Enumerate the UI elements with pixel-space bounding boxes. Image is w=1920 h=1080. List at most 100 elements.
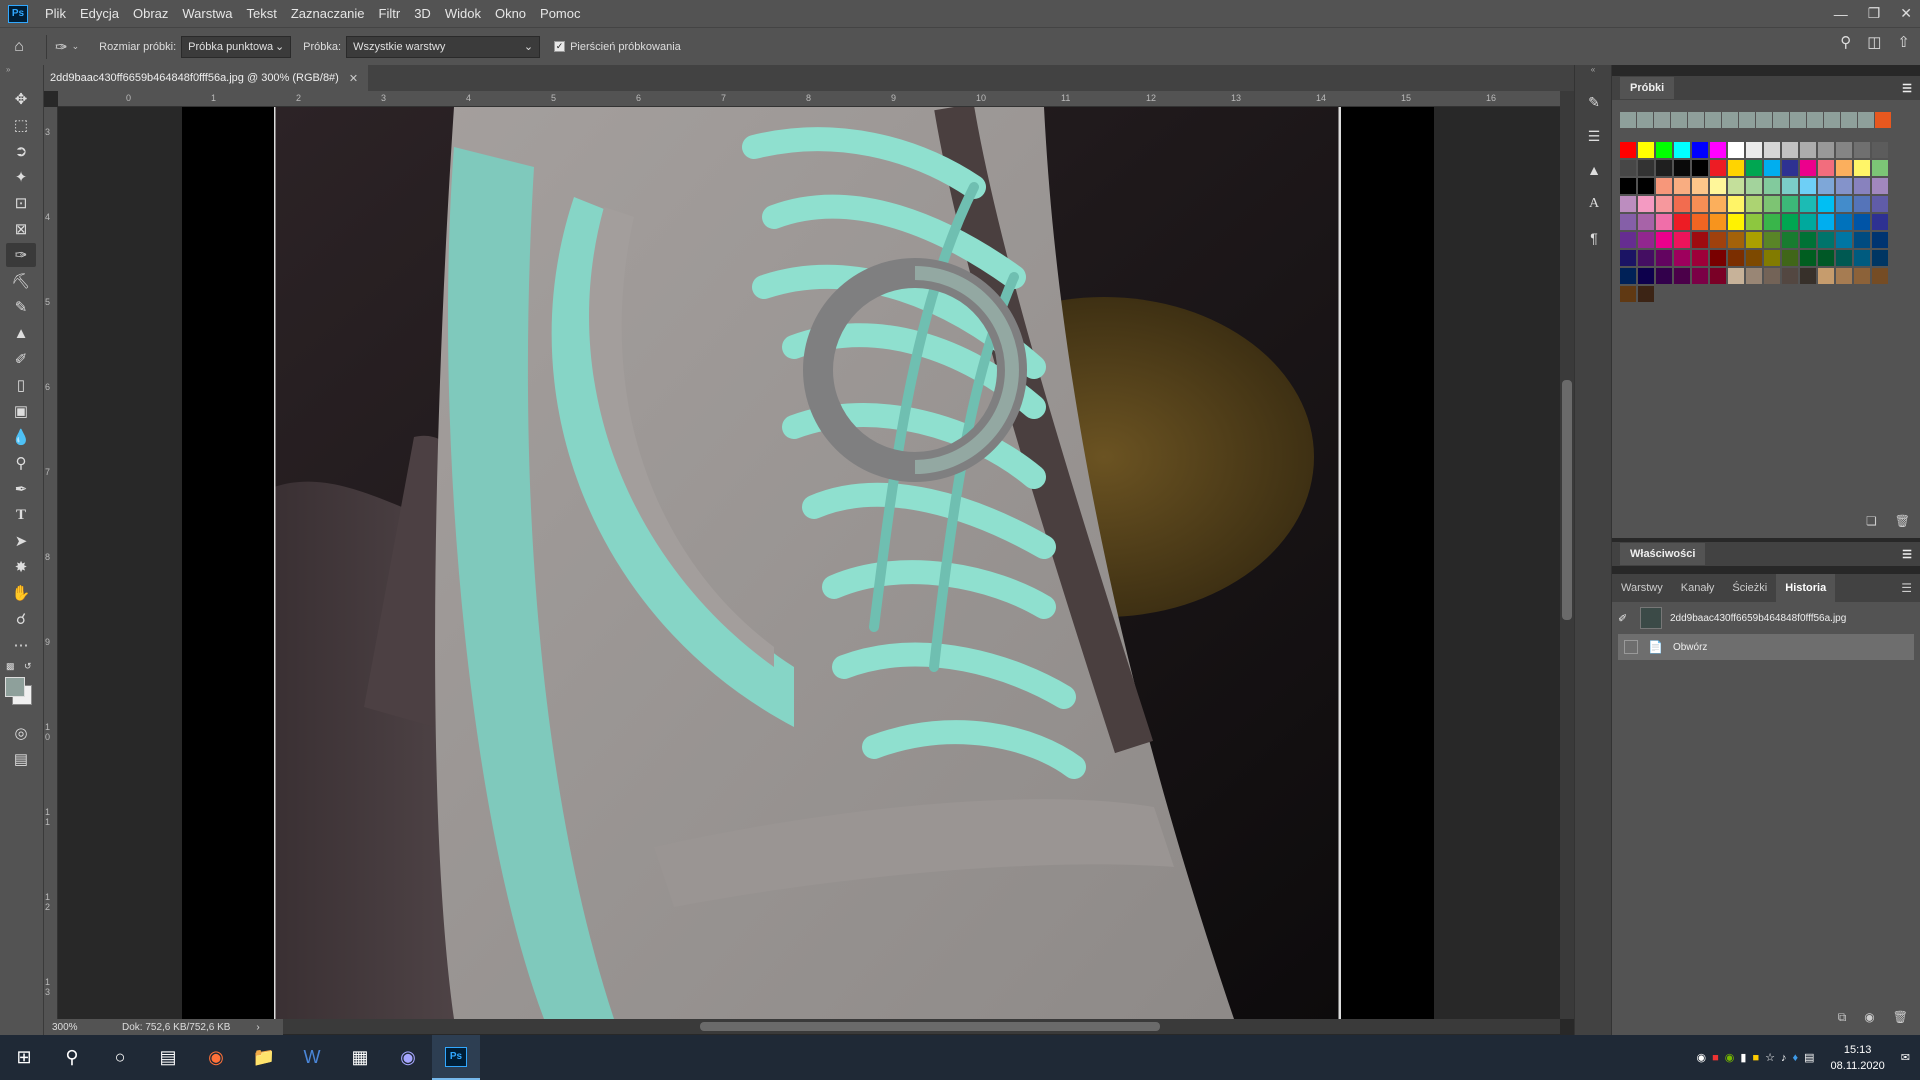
swatch[interactable] — [1656, 160, 1672, 176]
recent-swatch[interactable] — [1620, 112, 1636, 128]
swatch[interactable] — [1692, 142, 1708, 158]
panel-menu-icon[interactable]: ☰ — [1902, 548, 1912, 561]
brush-settings-icon[interactable]: ✎ — [1581, 89, 1607, 115]
screen-mode-icon[interactable]: ▤ — [6, 747, 36, 771]
swatch[interactable] — [1746, 268, 1762, 284]
b-tray-icon[interactable]: ■ — [1712, 1052, 1719, 1064]
more-tools-icon[interactable]: ⋯ — [6, 633, 36, 657]
swatch[interactable] — [1728, 268, 1744, 284]
default-colors-icon[interactable]: ▩ — [6, 661, 15, 672]
swatch[interactable] — [1620, 286, 1636, 302]
swatch[interactable] — [1764, 160, 1780, 176]
swatch[interactable] — [1818, 178, 1834, 194]
swatch[interactable] — [1656, 142, 1672, 158]
swatch[interactable] — [1656, 250, 1672, 266]
swatch[interactable] — [1656, 214, 1672, 230]
swatch[interactable] — [1620, 160, 1636, 176]
move-tool-icon[interactable]: ✥ — [6, 87, 36, 111]
stamp-tool-icon[interactable]: ▲ — [6, 321, 36, 345]
notification-icon[interactable]: ✉ — [1901, 1051, 1910, 1064]
swatch[interactable] — [1782, 214, 1798, 230]
shield-icon[interactable]: ☆ — [1765, 1051, 1775, 1064]
swatch[interactable] — [1620, 196, 1636, 212]
new-swatch-icon[interactable]: ❏ — [1866, 514, 1877, 528]
swatch[interactable] — [1638, 268, 1654, 284]
panel-menu-icon[interactable]: ☰ — [1901, 581, 1912, 595]
eraser-tool-icon[interactable]: ▯ — [6, 373, 36, 397]
swatch[interactable] — [1620, 214, 1636, 230]
swatch[interactable] — [1818, 196, 1834, 212]
swatch[interactable] — [1710, 214, 1726, 230]
eyedropper-tool-icon[interactable]: ✑ — [6, 243, 36, 267]
swatch[interactable] — [1656, 268, 1672, 284]
swatch[interactable] — [1872, 232, 1888, 248]
sample-size-dropdown[interactable]: Próbka punktowa ⌄ — [181, 35, 292, 58]
swatch[interactable] — [1728, 232, 1744, 248]
swatch[interactable] — [1728, 142, 1744, 158]
status-arrow-icon[interactable]: › — [256, 1022, 259, 1033]
tab-channels[interactable]: Kanały — [1672, 574, 1724, 602]
swatch[interactable] — [1692, 160, 1708, 176]
clone-source-icon[interactable]: ▲ — [1581, 157, 1607, 183]
swatch[interactable] — [1674, 214, 1690, 230]
swatch[interactable] — [1656, 232, 1672, 248]
canvas-area[interactable] — [58, 107, 1560, 1019]
swatch[interactable] — [1854, 268, 1870, 284]
swatch[interactable] — [1710, 178, 1726, 194]
new-document-from-state-icon[interactable]: ⧉ — [1838, 1010, 1847, 1025]
menu-view[interactable]: Widok — [438, 6, 488, 21]
swatch[interactable] — [1674, 268, 1690, 284]
zoom-tool-icon[interactable]: ☌ — [6, 607, 36, 631]
swatch[interactable] — [1710, 160, 1726, 176]
swatch[interactable] — [1836, 232, 1852, 248]
camera-icon[interactable]: ◉ — [1864, 1010, 1874, 1025]
word-icon[interactable]: W — [288, 1035, 336, 1080]
swatch[interactable] — [1872, 196, 1888, 212]
swatch[interactable] — [1836, 268, 1852, 284]
swatch[interactable] — [1800, 268, 1816, 284]
swatch[interactable] — [1782, 232, 1798, 248]
network-icon[interactable]: ▤ — [1804, 1051, 1814, 1064]
quick-mask-icon[interactable]: ◎ — [6, 721, 36, 745]
usb-icon[interactable]: ▮ — [1740, 1051, 1746, 1064]
recent-swatch[interactable] — [1858, 112, 1874, 128]
swatches-title[interactable]: Próbki — [1620, 77, 1675, 99]
workspace-icon[interactable]: ◫ — [1867, 33, 1881, 51]
swatch[interactable] — [1620, 268, 1636, 284]
swatch[interactable] — [1854, 232, 1870, 248]
swatch[interactable] — [1818, 142, 1834, 158]
file-explorer-icon[interactable]: 📁 — [240, 1035, 288, 1080]
tool-preset-chevron-icon[interactable]: ⌄ — [72, 41, 80, 52]
minimize-icon[interactable]: — — [1834, 6, 1848, 22]
search-icon[interactable]: ⚲ — [1840, 33, 1851, 51]
swatch[interactable] — [1782, 142, 1798, 158]
sampling-ring-checkbox[interactable]: ✓ — [554, 41, 566, 52]
menu-filter[interactable]: Filtr — [372, 6, 408, 21]
swatch[interactable] — [1620, 232, 1636, 248]
shape-tool-icon[interactable]: ✸ — [6, 555, 36, 579]
swatch[interactable] — [1854, 160, 1870, 176]
swatch[interactable] — [1746, 250, 1762, 266]
swatch[interactable] — [1818, 250, 1834, 266]
recent-swatch[interactable] — [1671, 112, 1687, 128]
firefox-icon[interactable]: ◉ — [192, 1035, 240, 1080]
norton-icon[interactable]: ■ — [1752, 1052, 1759, 1064]
zoom-level[interactable]: 300% — [52, 1022, 112, 1033]
swatch[interactable] — [1638, 286, 1654, 302]
cortana-icon[interactable]: ○ — [96, 1035, 144, 1080]
swatch[interactable] — [1728, 250, 1744, 266]
collapse-dock-icon[interactable]: « — [1575, 65, 1611, 81]
swatch[interactable] — [1692, 214, 1708, 230]
swatch[interactable] — [1728, 178, 1744, 194]
swap-colors-icon[interactable]: ↺ — [24, 661, 32, 672]
tab-history[interactable]: Historia — [1776, 574, 1836, 602]
swatch[interactable] — [1854, 250, 1870, 266]
blur-tool-icon[interactable]: 💧 — [6, 425, 36, 449]
menu-edit[interactable]: Edycja — [73, 6, 126, 21]
restore-icon[interactable]: ❐ — [1868, 5, 1881, 22]
swatch[interactable] — [1764, 142, 1780, 158]
swatch[interactable] — [1746, 232, 1762, 248]
recent-swatch[interactable] — [1790, 112, 1806, 128]
swatch[interactable] — [1836, 142, 1852, 158]
swatch[interactable] — [1692, 178, 1708, 194]
